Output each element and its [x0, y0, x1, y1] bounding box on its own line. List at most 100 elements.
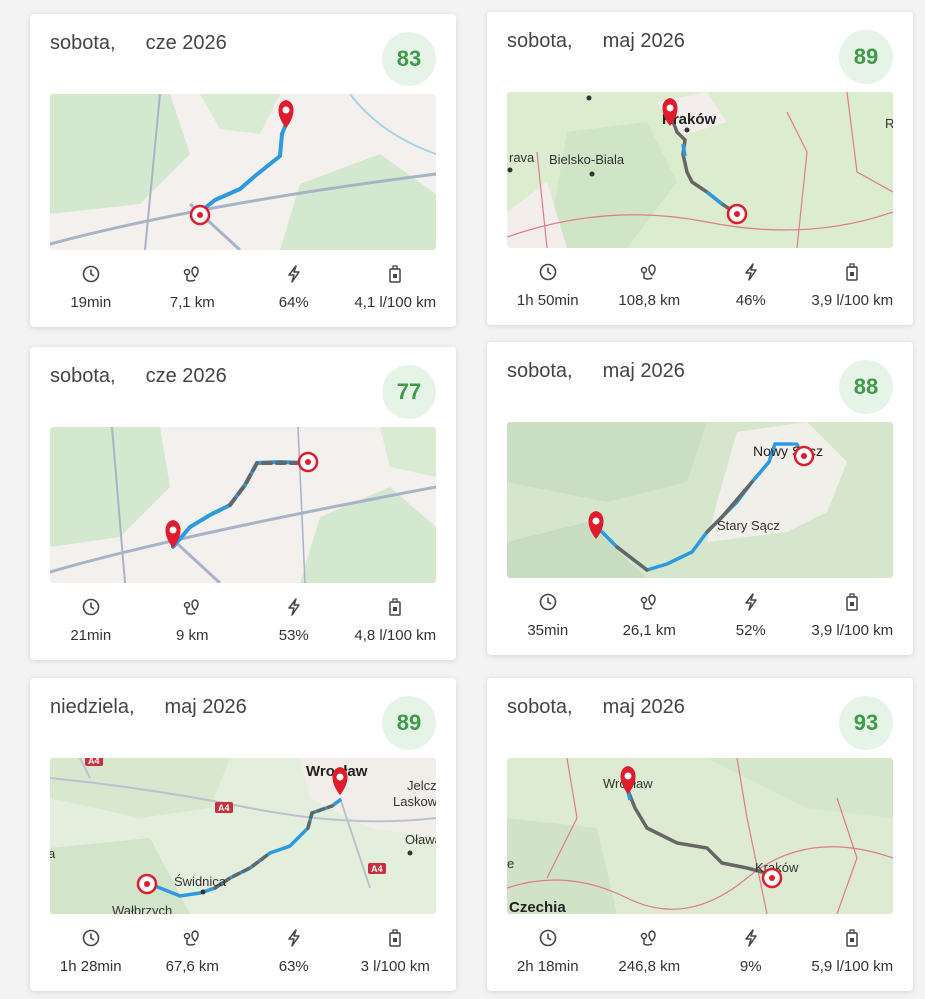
distance-stat: 26,1 km — [599, 592, 701, 639]
duration-stat: 19min — [40, 264, 142, 311]
duration-value: 1h 50min — [516, 292, 579, 309]
trip-day: sobota, — [50, 32, 116, 54]
consumption-stat: 4,8 l/100 km — [345, 597, 447, 644]
distance-value: 246,8 km — [618, 958, 681, 975]
trip-card[interactable]: sobota, cze 2026 83 19min 7,1 km 64% 4,1… — [30, 14, 456, 327]
trip-day: sobota, — [507, 696, 573, 718]
trip-date: sobota, maj 2026 — [507, 696, 685, 719]
lightning-icon — [741, 262, 761, 282]
score-badge: 83 — [382, 32, 436, 86]
consumption-value: 4,1 l/100 km — [354, 294, 437, 311]
distance-stat: 67,6 km — [142, 928, 244, 975]
clock-icon — [538, 262, 558, 282]
distance-value: 7,1 km — [169, 294, 215, 311]
electric-stat: 9% — [700, 928, 802, 975]
distance-stat: 7,1 km — [142, 264, 244, 311]
trip-card[interactable]: sobota, cze 2026 77 21min 9 km 53% 4,8 l… — [30, 347, 456, 660]
route-map[interactable]: A4 A4 A4 Wrocław Jelcz- Laskow Oława Świ… — [50, 758, 436, 914]
duration-value: 1h 28min — [59, 958, 122, 975]
duration-value: 2h 18min — [516, 958, 579, 975]
route-pin-icon — [639, 262, 659, 282]
map-label: Wałbrzych — [112, 903, 172, 914]
map-label: Stary Sącz — [717, 518, 780, 533]
consumption-stat: 3,9 l/100 km — [802, 592, 904, 639]
route-map[interactable]: Kraków Bielsko-Biala rava R — [507, 92, 893, 248]
lightning-icon — [284, 928, 304, 948]
clock-icon — [81, 264, 101, 284]
fuel-pump-icon — [842, 262, 862, 282]
consumption-stat: 4,1 l/100 km — [345, 264, 447, 311]
electric-value: 64% — [278, 294, 309, 311]
fuel-pump-icon — [842, 592, 862, 612]
trip-day: sobota, — [507, 30, 573, 52]
distance-stat: 108,8 km — [599, 262, 701, 309]
clock-icon — [538, 928, 558, 948]
map-label: e — [507, 856, 514, 871]
trip-day: sobota, — [507, 360, 573, 382]
duration-stat: 21min — [40, 597, 142, 644]
trip-month: maj 2026 — [602, 360, 685, 382]
trip-day: niedziela, — [50, 696, 135, 718]
consumption-value: 3 l/100 km — [360, 958, 430, 975]
map-label: Świdnica — [174, 874, 227, 889]
map-label: a — [50, 846, 56, 861]
consumption-stat: 3 l/100 km — [345, 928, 447, 975]
score-badge: 89 — [839, 30, 893, 84]
route-map[interactable] — [50, 94, 436, 250]
trip-date: sobota, maj 2026 — [507, 360, 685, 383]
electric-value: 53% — [278, 627, 309, 644]
score-badge: 77 — [382, 365, 436, 419]
trip-month: cze 2026 — [145, 365, 227, 387]
trip-card[interactable]: sobota, maj 2026 89 Kraków Bielsko-Biala… — [487, 12, 913, 325]
clock-icon — [81, 597, 101, 617]
electric-stat: 64% — [243, 264, 345, 311]
road-sign: A4 — [218, 803, 230, 813]
duration-stat: 2h 18min — [497, 928, 599, 975]
trip-card[interactable]: niedziela, maj 2026 89 A4 A4 A4 Wrocław … — [30, 678, 456, 991]
score-badge: 89 — [382, 696, 436, 750]
route-map[interactable] — [50, 427, 436, 583]
fuel-pump-icon — [842, 928, 862, 948]
clock-icon — [538, 592, 558, 612]
duration-value: 21min — [70, 627, 112, 644]
trip-card[interactable]: sobota, maj 2026 93 Wrocław Kraków Czech… — [487, 678, 913, 991]
route-pin-icon — [182, 928, 202, 948]
consumption-value: 5,9 l/100 km — [811, 958, 894, 975]
trip-date: sobota, cze 2026 — [50, 365, 227, 388]
route-map[interactable]: Nowy Sącz Stary Sącz — [507, 422, 893, 578]
trip-card[interactable]: sobota, maj 2026 88 Nowy Sącz Stary Sącz… — [487, 342, 913, 655]
map-label: Czechia — [509, 899, 566, 914]
clock-icon — [81, 928, 101, 948]
lightning-icon — [741, 592, 761, 612]
trip-month: cze 2026 — [145, 32, 227, 54]
duration-value: 19min — [70, 294, 112, 311]
route-pin-icon — [182, 597, 202, 617]
fuel-pump-icon — [385, 928, 405, 948]
trip-month: maj 2026 — [602, 696, 685, 718]
fuel-pump-icon — [385, 264, 405, 284]
route-map[interactable]: Wrocław Kraków Czechia e — [507, 758, 893, 914]
trip-day: sobota, — [50, 365, 116, 387]
map-label: R — [885, 116, 893, 131]
lightning-icon — [284, 264, 304, 284]
map-label: Jelcz- — [407, 778, 436, 793]
duration-value: 35min — [527, 622, 569, 639]
distance-stat: 246,8 km — [599, 928, 701, 975]
score-badge: 93 — [839, 696, 893, 750]
electric-stat: 53% — [243, 597, 345, 644]
electric-value: 52% — [735, 622, 766, 639]
fuel-pump-icon — [385, 597, 405, 617]
distance-value: 9 km — [175, 627, 209, 644]
consumption-value: 4,8 l/100 km — [354, 627, 437, 644]
duration-stat: 35min — [497, 592, 599, 639]
electric-stat: 52% — [700, 592, 802, 639]
map-label: Oława — [405, 832, 436, 847]
route-pin-icon — [639, 592, 659, 612]
consumption-stat: 5,9 l/100 km — [802, 928, 904, 975]
distance-value: 67,6 km — [165, 958, 219, 975]
trip-month: maj 2026 — [164, 696, 247, 718]
map-label: Bielsko-Biala — [549, 152, 625, 167]
trip-date: niedziela, maj 2026 — [50, 696, 247, 719]
electric-stat: 46% — [700, 262, 802, 309]
duration-stat: 1h 28min — [40, 928, 142, 975]
